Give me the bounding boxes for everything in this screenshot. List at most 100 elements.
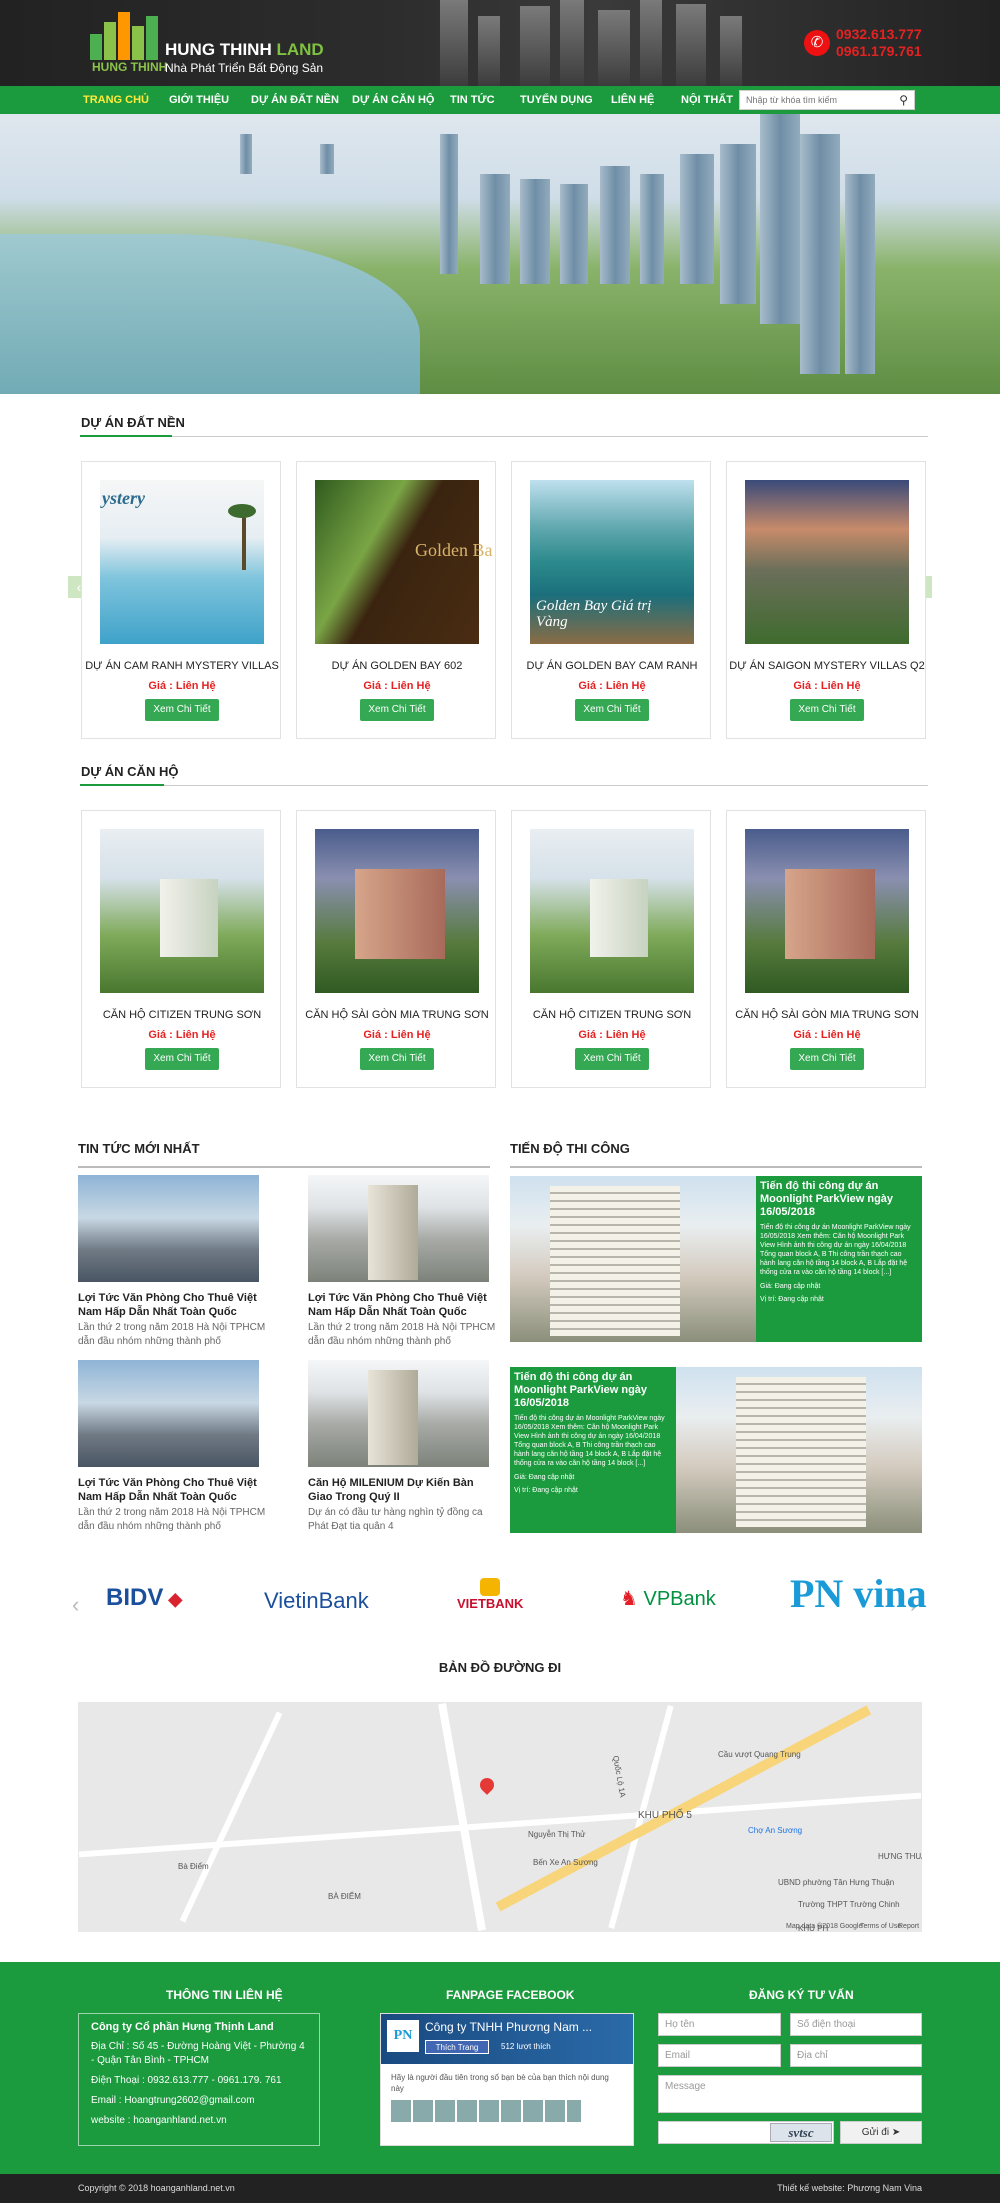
hotline-2[interactable]: 0961.179.761: [836, 43, 922, 59]
news-image[interactable]: [308, 1175, 489, 1282]
fb-like-button[interactable]: Thích Trang: [425, 2040, 489, 2054]
project-name[interactable]: CĂN HỘ SÀI GÒN MIA TRUNG SƠN: [297, 1009, 497, 1021]
partner-logo-pnvina[interactable]: PN vina: [790, 1570, 927, 1620]
company-email[interactable]: Email : Hoangtrung2602@gmail.com: [91, 2094, 307, 2108]
map-pin-icon[interactable]: [477, 1775, 497, 1795]
nav-item-recruitment[interactable]: TUYỂN DỤNG: [520, 86, 593, 114]
news-item-title[interactable]: Căn Hộ MILENIUM Dự Kiến Bàn Giao Trong Q…: [308, 1476, 498, 1504]
project-image: [100, 829, 264, 993]
copyright-text: Copyright © 2018 hoanganhland.net.vn: [78, 2183, 235, 2193]
company-phone: Điện Thoại : 0932.613.777 - 0961.179. 76…: [91, 2075, 282, 2086]
view-detail-button[interactable]: Xem Chi Tiết: [145, 699, 219, 721]
map-label: Bà Điểm: [178, 1862, 209, 1871]
map-label: Chợ An Sương: [748, 1826, 803, 1835]
partners-prev-arrow[interactable]: ‹: [72, 1592, 79, 1618]
view-detail-button[interactable]: Xem Chi Tiết: [360, 699, 434, 721]
map-label: Bến Xe An Sương: [533, 1858, 598, 1867]
facebook-widget: PN Công ty TNHH Phương Nam ... Thích Tra…: [380, 2013, 634, 2146]
partner-logo-bidv[interactable]: BIDV ◆: [106, 1584, 182, 1634]
news-item-title[interactable]: Lợi Tức Văn Phòng Cho Thuê Việt Nam Hấp …: [78, 1291, 268, 1319]
view-detail-button[interactable]: Xem Chi Tiết: [575, 1048, 649, 1070]
map-label: Trường THPT Trường Chinh: [798, 1900, 900, 1909]
nav-item-home[interactable]: TRANG CHỦ: [83, 86, 149, 114]
project-name[interactable]: CĂN HỘ CITIZEN TRUNG SƠN: [82, 1009, 282, 1021]
location-map[interactable]: Cầu vượt Quang Trung KHU PHỐ 5 Chợ An Sư…: [78, 1702, 922, 1932]
section-divider: [80, 436, 928, 437]
email-field[interactable]: Email: [658, 2044, 781, 2067]
designer-credit[interactable]: Thiết kế website: Phương Nam Vina: [777, 2183, 922, 2193]
project-image: [315, 829, 479, 993]
project-price: Giá : Liên Hệ: [793, 680, 861, 692]
view-detail-button[interactable]: Xem Chi Tiết: [575, 699, 649, 721]
map-label[interactable]: Terms of Use: [860, 1923, 901, 1930]
project-name[interactable]: CĂN HỘ CITIZEN TRUNG SƠN: [512, 1009, 712, 1021]
hotline-1[interactable]: 0932.613.777: [836, 26, 922, 42]
progress-card[interactable]: Tiến độ thi công dự án Moonlight ParkVie…: [756, 1176, 922, 1342]
news-item-title[interactable]: Lợi Tức Văn Phòng Cho Thuê Việt Nam Hấp …: [78, 1476, 268, 1504]
land-project-card[interactable]: DỰ ÁN SAIGON MYSTERY VILLAS Q2 Giá : Liê…: [726, 461, 926, 739]
news-title: TIN TỨC MỚI NHẤT: [78, 1141, 200, 1156]
send-icon: ➤: [891, 2127, 901, 2138]
partner-logo-vietinbank[interactable]: VietinBank: [264, 1588, 369, 1638]
view-detail-button[interactable]: Xem Chi Tiết: [790, 1048, 864, 1070]
partner-logo-vpbank[interactable]: ♞ VPBank: [620, 1586, 716, 1636]
view-detail-button[interactable]: Xem Chi Tiết: [145, 1048, 219, 1070]
map-label: Quốc Lộ 1A: [611, 1754, 628, 1799]
news-image[interactable]: [78, 1360, 259, 1467]
land-project-card[interactable]: ystery DỰ ÁN CAM RANH MYSTERY VILLAS Giá…: [81, 461, 281, 739]
land-project-card[interactable]: Golden Bay Giá trị Vàng DỰ ÁN GOLDEN BAY…: [511, 461, 711, 739]
partner-name: VietinBank: [264, 1588, 369, 1613]
name-field[interactable]: Họ tên: [658, 2013, 781, 2036]
address-field[interactable]: Địa chỉ: [790, 2044, 922, 2067]
search-icon[interactable]: ⚲: [899, 93, 908, 107]
nav-item-news[interactable]: TIN TỨC: [450, 86, 495, 114]
progress-title: TIẾN ĐỘ THI CÔNG: [510, 1141, 630, 1156]
message-field[interactable]: Message: [658, 2075, 922, 2113]
project-name[interactable]: DỰ ÁN CAM RANH MYSTERY VILLAS: [82, 660, 282, 672]
image-caption: Golden Ba: [415, 540, 493, 560]
search-input[interactable]: [746, 91, 886, 109]
company-website[interactable]: website : hoanganhland.net.vn: [91, 2114, 307, 2128]
view-detail-button[interactable]: Xem Chi Tiết: [360, 1048, 434, 1070]
apartment-project-card[interactable]: CĂN HỘ SÀI GÒN MIA TRUNG SƠN Giá : Liên …: [296, 810, 496, 1088]
progress-card-title[interactable]: Tiến độ thi công dự án Moonlight ParkVie…: [514, 1371, 672, 1410]
map-label[interactable]: Report: [898, 1923, 919, 1930]
apartment-project-card[interactable]: CĂN HỘ CITIZEN TRUNG SƠN Giá : Liên Hệ X…: [81, 810, 281, 1088]
nav-item-contact[interactable]: LIÊN HỆ: [611, 86, 654, 114]
nav-item-apartment-projects[interactable]: DỰ ÁN CĂN HỘ: [352, 86, 434, 114]
section-underline: [80, 784, 164, 786]
logo-icon[interactable]: [90, 8, 160, 60]
news-item-desc: Dự án có đầu tư hàng nghìn tỷ đồng ca Ph…: [308, 1507, 483, 1532]
submit-button[interactable]: Gửi đi ➤: [840, 2121, 922, 2144]
progress-image[interactable]: [676, 1367, 922, 1533]
land-project-card[interactable]: Golden Ba DỰ ÁN GOLDEN BAY 602 Giá : Liê…: [296, 461, 496, 739]
apartment-project-card[interactable]: CĂN HỘ CITIZEN TRUNG SƠN Giá : Liên Hệ X…: [511, 810, 711, 1088]
news-image[interactable]: [308, 1360, 489, 1467]
nav-item-land-projects[interactable]: DỰ ÁN ĐẤT NỀN: [251, 86, 339, 114]
apartment-project-card[interactable]: CĂN HỘ SÀI GÒN MIA TRUNG SƠN Giá : Liên …: [726, 810, 926, 1088]
view-detail-button[interactable]: Xem Chi Tiết: [790, 699, 864, 721]
partner-logo-vietbank[interactable]: VIETBANK: [457, 1578, 523, 1628]
project-name[interactable]: DỰ ÁN GOLDEN BAY 602: [297, 660, 497, 672]
phone-icon: ✆: [804, 30, 830, 56]
map-label: KHU PHỐ 5: [638, 1810, 692, 1821]
captcha-image: svtsc: [770, 2123, 832, 2142]
apartment-projects-title: DỰ ÁN CĂN HỘ: [81, 764, 179, 779]
logo-name[interactable]: HUNG THINH LAND: [165, 40, 324, 60]
progress-card[interactable]: Tiến độ thi công dự án Moonlight ParkVie…: [510, 1367, 676, 1533]
fb-note: Hãy là người đầu tiên trong số bạn bè củ…: [391, 2073, 609, 2093]
progress-image[interactable]: [510, 1176, 756, 1342]
map-label: UBND phường Tân Hưng Thuận: [778, 1878, 895, 1887]
news-image[interactable]: [78, 1175, 259, 1282]
nav-item-interior[interactable]: NỘI THẤT: [681, 86, 733, 114]
project-name[interactable]: DỰ ÁN SAIGON MYSTERY VILLAS Q2: [727, 660, 927, 672]
nav-item-about[interactable]: GIỚI THIỆU: [169, 86, 229, 114]
project-name[interactable]: CĂN HỘ SÀI GÒN MIA TRUNG SƠN: [727, 1009, 927, 1021]
progress-card-title[interactable]: Tiến độ thi công dự án Moonlight ParkVie…: [760, 1180, 918, 1219]
progress-card-price: Giá: Đang cập nhật: [514, 1474, 575, 1481]
phone-field[interactable]: Số điện thoại: [790, 2013, 922, 2036]
project-name[interactable]: DỰ ÁN GOLDEN BAY CAM RANH: [512, 660, 712, 672]
news-item-title[interactable]: Lợi Tức Văn Phòng Cho Thuê Việt Nam Hấp …: [308, 1291, 498, 1319]
fb-page-name[interactable]: Công ty TNHH Phương Nam ...: [425, 2020, 592, 2034]
partner-name: VPBank: [643, 1588, 716, 1610]
